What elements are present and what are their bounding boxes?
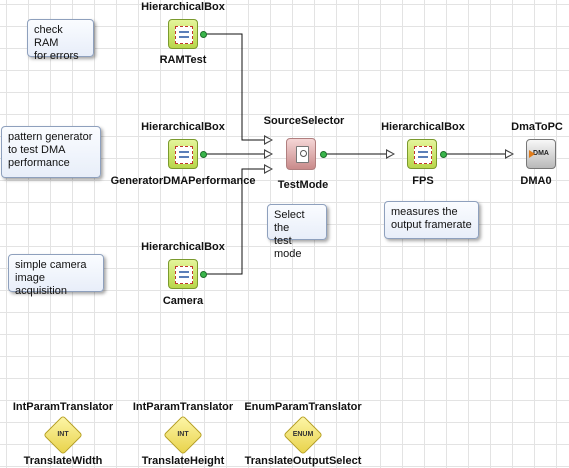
generator-hierarchical-box[interactable] [168, 139, 198, 169]
testmode-input-port-2[interactable] [264, 149, 273, 159]
dma0-input-port[interactable] [505, 149, 514, 159]
testmode-source-selector[interactable] [286, 138, 316, 170]
ramtest-output-port[interactable] [200, 31, 207, 38]
generator-name-label: GeneratorDMAPerformance [110, 175, 256, 187]
ramtest-hierarchical-box[interactable] [168, 19, 198, 49]
hierarchical-box-icon [175, 266, 193, 284]
design-canvas[interactable]: check RAM for errors pattern generator t… [0, 0, 569, 468]
camera-output-port[interactable] [200, 271, 207, 278]
generator-output-port[interactable] [200, 151, 207, 158]
note-pattern-generator[interactable]: pattern generator to test DMA performanc… [1, 126, 101, 178]
note-camera[interactable]: simple camera image acquisition [8, 254, 104, 297]
testmode-type-label: SourceSelector [263, 115, 345, 127]
note-check-ram[interactable]: check RAM for errors [27, 19, 94, 62]
note-select-test-mode[interactable]: Select the test mode [267, 204, 327, 260]
testmode-input-port-3[interactable] [264, 164, 273, 174]
translator-height-icon-text: INT [177, 431, 189, 438]
ramtest-type-label: HierarchicalBox [141, 1, 225, 13]
fps-type-label: HierarchicalBox [381, 121, 465, 133]
translator-output-name-label: TranslateOutputSelect [244, 455, 362, 467]
fps-output-port[interactable] [440, 151, 447, 158]
hierarchical-box-icon [175, 146, 193, 164]
testmode-input-port-1[interactable] [264, 135, 273, 145]
camera-name-label: Camera [162, 295, 204, 307]
camera-type-label: HierarchicalBox [141, 241, 225, 253]
fps-hierarchical-box[interactable] [407, 139, 437, 169]
testmode-output-port[interactable] [320, 151, 327, 158]
translator-height-name-label: TranslateHeight [141, 455, 225, 467]
translator-output-type-label: EnumParamTranslator [244, 401, 362, 413]
hierarchical-box-icon [414, 146, 432, 164]
note-measures-framerate[interactable]: measures the output framerate [384, 201, 479, 239]
selector-document-icon [296, 146, 309, 163]
testmode-name-label: TestMode [277, 179, 329, 191]
translator-height-type-label: IntParamTranslator [132, 401, 234, 413]
translator-width-name-label: TranslateWidth [23, 455, 103, 467]
translator-width-type-label: IntParamTranslator [12, 401, 114, 413]
fps-name-label: FPS [412, 175, 434, 187]
dma0-dma-icon[interactable]: DMA [526, 139, 556, 169]
dma0-name-label: DMA0 [520, 175, 552, 187]
dma0-type-label: DmaToPC [511, 121, 563, 133]
generator-type-label: HierarchicalBox [141, 121, 225, 133]
camera-hierarchical-box[interactable] [168, 259, 198, 289]
ramtest-name-label: RAMTest [159, 54, 207, 66]
hierarchical-box-icon [175, 26, 193, 44]
translator-output-icon-text: ENUM [292, 431, 314, 438]
translator-width-icon-text: INT [57, 431, 69, 438]
fps-input-port[interactable] [386, 149, 395, 159]
